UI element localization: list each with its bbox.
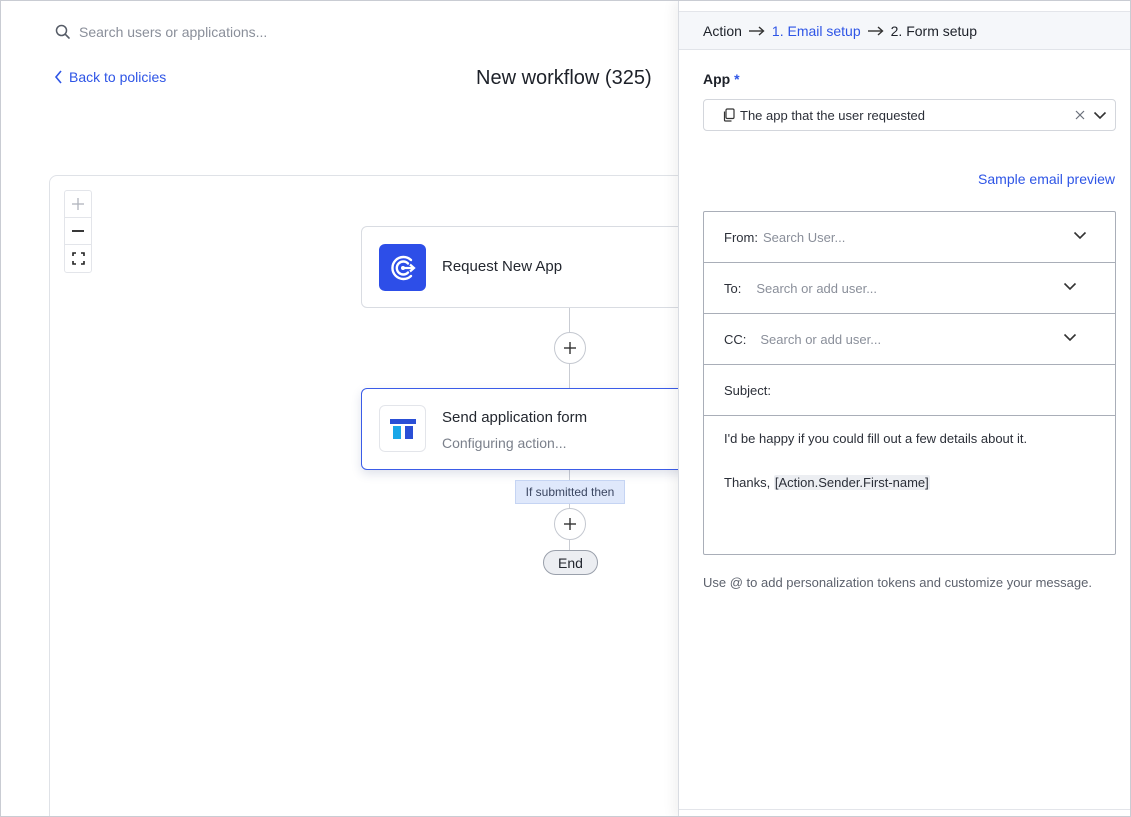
workflow-node-trigger[interactable]: Request New App bbox=[361, 226, 701, 308]
divider bbox=[679, 809, 1130, 810]
chevron-left-icon bbox=[54, 70, 62, 84]
breadcrumb-email-setup[interactable]: 1. Email setup bbox=[772, 23, 861, 39]
search-bar[interactable] bbox=[55, 21, 575, 43]
chevron-down-icon bbox=[1093, 111, 1107, 120]
node-title: Request New App bbox=[442, 258, 563, 275]
search-input[interactable] bbox=[79, 24, 559, 40]
minus-icon bbox=[72, 230, 84, 232]
chevron-down-icon bbox=[1073, 231, 1087, 240]
page-title: New workflow (325) bbox=[476, 67, 652, 89]
connector-line bbox=[569, 307, 570, 333]
email-from-row: From: bbox=[704, 212, 1115, 263]
connector-line bbox=[569, 364, 570, 389]
request-app-icon bbox=[379, 244, 426, 291]
to-label: To: bbox=[724, 280, 742, 296]
personalization-token[interactable]: [Action.Sender.First-name] bbox=[773, 475, 930, 490]
plus-icon bbox=[564, 342, 576, 354]
form-app-icon bbox=[379, 405, 426, 452]
connector-line bbox=[569, 540, 570, 550]
subject-label: Subject: bbox=[724, 382, 771, 398]
end-node[interactable]: End bbox=[543, 550, 598, 575]
breadcrumb-form-setup[interactable]: 2. Form setup bbox=[891, 23, 977, 39]
app-select-value: The app that the user requested bbox=[740, 107, 926, 123]
arrow-right-icon bbox=[867, 25, 884, 36]
app-window: Back to policies New workflow (325) bbox=[0, 0, 1131, 817]
back-to-policies-link[interactable]: Back to policies bbox=[54, 69, 166, 85]
zoom-in-button[interactable] bbox=[65, 191, 91, 218]
chevron-down-icon bbox=[1063, 333, 1077, 342]
zoom-out-button[interactable] bbox=[65, 218, 91, 245]
thanks-text: Thanks, bbox=[724, 475, 771, 490]
email-body-line: I'd be happy if you could fill out a few… bbox=[724, 431, 1028, 446]
helper-text: Use @ to add personalization tokens and … bbox=[703, 575, 1092, 590]
connector-line bbox=[569, 469, 570, 480]
node-status: Configuring action... bbox=[442, 435, 567, 451]
email-to-row: To: bbox=[704, 263, 1115, 314]
plus-icon bbox=[564, 518, 576, 530]
back-link-label: Back to policies bbox=[69, 69, 167, 85]
app-label-text: App bbox=[703, 71, 731, 87]
email-cc-row: CC: bbox=[704, 314, 1115, 365]
zoom-controls bbox=[64, 190, 92, 273]
breadcrumb-action[interactable]: Action bbox=[703, 23, 742, 39]
to-dropdown-toggle[interactable] bbox=[1063, 280, 1077, 292]
required-mark: * bbox=[734, 71, 740, 87]
email-composer: From: To: CC: bbox=[703, 211, 1116, 555]
action-side-panel: Action 1. Email setup 2. Form setup App … bbox=[678, 1, 1130, 816]
node-title: Send application form bbox=[442, 409, 588, 426]
to-field[interactable] bbox=[756, 280, 1017, 296]
clear-selection-button[interactable] bbox=[1073, 108, 1087, 122]
fit-view-button[interactable] bbox=[65, 245, 91, 272]
sample-email-preview-link[interactable]: Sample email preview bbox=[978, 171, 1115, 187]
plus-icon bbox=[72, 198, 84, 210]
add-step-button[interactable] bbox=[554, 332, 586, 364]
close-icon bbox=[1075, 110, 1085, 120]
subject-field[interactable] bbox=[775, 382, 1036, 398]
app-select[interactable]: The app that the user requested bbox=[703, 99, 1116, 131]
search-icon bbox=[55, 24, 70, 39]
from-label: From: bbox=[724, 229, 758, 245]
copy-icon bbox=[722, 108, 735, 122]
cc-label: CC: bbox=[724, 331, 747, 347]
cc-field[interactable] bbox=[760, 331, 1021, 347]
from-field[interactable] bbox=[762, 229, 1023, 245]
from-dropdown-toggle[interactable] bbox=[1073, 229, 1087, 241]
app-dropdown-toggle[interactable] bbox=[1093, 109, 1107, 121]
chevron-down-icon bbox=[1063, 282, 1077, 291]
condition-label: If submitted then bbox=[515, 480, 625, 504]
app-field-label: App * bbox=[703, 71, 740, 87]
add-step-button[interactable] bbox=[554, 508, 586, 540]
email-body-signoff: Thanks, [Action.Sender.First-name] bbox=[724, 472, 1104, 494]
arrow-right-icon bbox=[748, 25, 765, 36]
breadcrumb: Action 1. Email setup 2. Form setup bbox=[679, 12, 1130, 50]
workflow-node-action[interactable]: Send application form Configuring action… bbox=[361, 388, 701, 470]
cc-dropdown-toggle[interactable] bbox=[1063, 331, 1077, 343]
fit-screen-icon bbox=[71, 252, 85, 265]
email-subject-row[interactable]: Subject: bbox=[704, 365, 1115, 416]
email-body-spacer bbox=[724, 450, 1104, 472]
email-body-editor[interactable]: I'd be happy if you could fill out a few… bbox=[724, 428, 1104, 494]
